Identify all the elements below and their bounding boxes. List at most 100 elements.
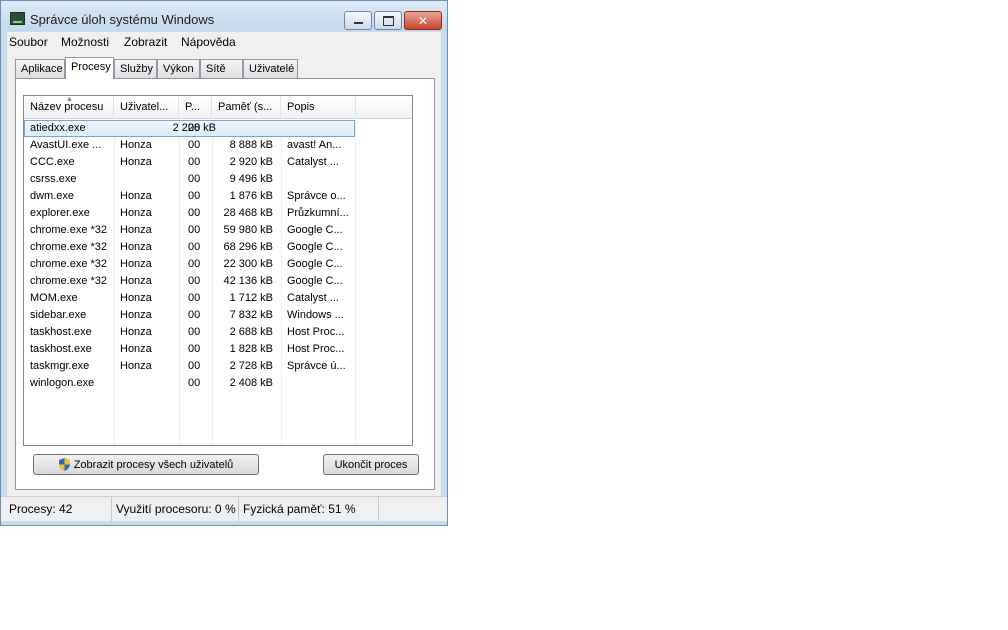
cell-cpu: 00 <box>188 275 201 287</box>
cell-process-name: sidebar.exe <box>30 309 87 321</box>
cell-description: Google C... <box>287 224 343 236</box>
table-row[interactable]: dwm.exe Honza 00 1 876 kB Správce o... <box>24 188 412 205</box>
cell-memory: 2 920 kB <box>229 156 273 168</box>
tab-procesy[interactable]: Procesy <box>65 57 114 79</box>
cell-description: Windows ... <box>287 309 344 321</box>
close-button[interactable]: ✕ <box>404 11 442 30</box>
cell-memory: 1 828 kB <box>229 343 273 355</box>
column-header-description[interactable]: Popis <box>281 96 356 118</box>
cell-memory: 1 712 kB <box>229 292 273 304</box>
cell-cpu: 00 <box>188 326 201 338</box>
cell-memory: 42 136 kB <box>223 275 273 287</box>
cell-process-name: MOM.exe <box>30 292 78 304</box>
cell-process-name: taskhost.exe <box>30 343 92 355</box>
table-row[interactable]: atiedxx.exe 00 2 228 kB <box>24 120 355 137</box>
table-row[interactable]: chrome.exe *32 Honza 00 42 136 kB Google C..… <box>24 273 412 290</box>
cell-process-name: CCC.exe <box>30 156 75 168</box>
process-rows: atiedxx.exe 00 2 228 kB AvastUI.exe ... Honz… <box>24 120 412 392</box>
table-row[interactable]: chrome.exe *32 Honza 00 22 300 kB Google C..… <box>24 256 412 273</box>
table-row[interactable]: chrome.exe *32 Honza 00 68 296 kB Google C..… <box>24 239 412 256</box>
maximize-icon <box>382 15 394 26</box>
column-header-user[interactable]: Uživatel... <box>114 96 179 118</box>
menu-napoveda[interactable]: Nápověda <box>181 35 236 49</box>
show-all-users-processes-button[interactable]: Zobrazit procesy všech uživatelů <box>33 454 259 475</box>
cell-process-name: atiedxx.exe <box>30 122 86 134</box>
cell-process-name: chrome.exe *32 <box>30 224 108 236</box>
cell-cpu: 00 <box>188 241 201 253</box>
table-row[interactable]: sidebar.exe Honza 00 7 832 kB Windows ... <box>24 307 412 324</box>
show-all-users-processes-label: Zobrazit procesy všech uživatelů <box>73 458 234 471</box>
client-area: Aplikace Procesy Služby Výkon Sítě Uživa… <box>7 52 441 496</box>
process-list[interactable]: ▲ Název procesu Uživatel... P... Paměť (… <box>23 95 413 446</box>
cell-user: Honza <box>120 156 152 168</box>
menu-zobrazit[interactable]: Zobrazit <box>124 35 167 49</box>
cell-user: Honza <box>120 292 152 304</box>
cell-description: Google C... <box>287 258 343 270</box>
cell-memory: 28 468 kB <box>223 207 273 219</box>
minimize-button[interactable] <box>344 11 372 30</box>
cell-memory: 2 228 kB <box>172 122 216 134</box>
cell-user: Honza <box>120 343 152 355</box>
maximize-button[interactable] <box>374 11 402 30</box>
task-manager-app-icon <box>10 12 25 25</box>
table-row[interactable]: taskhost.exe Honza 00 2 688 kB Host Proc... <box>24 324 412 341</box>
cell-memory: 8 888 kB <box>229 139 273 151</box>
cell-cpu: 00 <box>188 377 201 389</box>
uac-shield-icon <box>58 458 70 471</box>
table-row[interactable]: chrome.exe *32 Honza 00 59 980 kB Google C..… <box>24 222 412 239</box>
tab-vykon[interactable]: Výkon <box>157 59 200 78</box>
cell-process-name: dwm.exe <box>30 190 75 202</box>
column-header-name[interactable]: ▲ Název procesu <box>24 96 114 118</box>
cell-cpu: 00 <box>188 173 201 185</box>
table-row[interactable]: taskmgr.exe Honza 00 2 728 kB Správce ú... <box>24 358 412 375</box>
cell-process-name: winlogon.exe <box>30 377 95 389</box>
cell-process-name: chrome.exe *32 <box>30 275 108 287</box>
tab-uzivatele[interactable]: Uživatelé <box>243 59 298 78</box>
cell-cpu: 00 <box>188 343 201 355</box>
status-cpu: Využití procesoru: 0 % <box>112 497 239 521</box>
table-row[interactable]: explorer.exe Honza 00 28 468 kB Průzkumní... <box>24 205 412 222</box>
cell-user: Honza <box>120 326 152 338</box>
table-row[interactable]: MOM.exe Honza 00 1 712 kB Catalyst ... <box>24 290 412 307</box>
table-row[interactable]: AvastUI.exe ... Honza 00 8 888 kB avast! An.… <box>24 137 412 154</box>
cell-cpu: 00 <box>188 139 201 151</box>
cell-process-name: chrome.exe *32 <box>30 241 108 253</box>
cell-memory: 2 688 kB <box>229 326 273 338</box>
cell-description: Google C... <box>287 241 343 253</box>
cell-description: avast! An... <box>287 139 342 151</box>
list-header: ▲ Název procesu Uživatel... P... Paměť (… <box>24 96 412 119</box>
cell-user: Honza <box>120 258 152 270</box>
cell-description <box>287 171 351 188</box>
table-row[interactable]: csrss.exe 00 9 496 kB <box>24 171 412 188</box>
column-header-memory[interactable]: Paměť (s... <box>212 96 281 118</box>
cell-cpu: 00 <box>188 190 201 202</box>
cell-user: Honza <box>120 241 152 253</box>
cell-cpu: 00 <box>188 207 201 219</box>
column-header-cpu[interactable]: P... <box>179 96 212 118</box>
cell-memory: 1 876 kB <box>229 190 273 202</box>
cell-memory: 2 728 kB <box>229 360 273 372</box>
minimize-icon <box>353 22 363 24</box>
table-row[interactable]: taskhost.exe Honza 00 1 828 kB Host Proc... <box>24 341 412 358</box>
cell-cpu: 00 <box>188 292 201 304</box>
title-bar[interactable]: Správce úloh systému Windows ✕ <box>1 1 447 31</box>
table-row[interactable]: winlogon.exe 00 2 408 kB <box>24 375 412 392</box>
tab-site[interactable]: Sítě <box>200 59 243 78</box>
sort-ascending-icon: ▲ <box>66 96 73 103</box>
task-manager-window: Správce úloh systému Windows ✕ Soubor Mo… <box>0 0 448 526</box>
cell-user: Honza <box>120 139 152 151</box>
cell-user: Honza <box>120 309 152 321</box>
table-row[interactable]: CCC.exe Honza 00 2 920 kB Catalyst ... <box>24 154 412 171</box>
menu-soubor[interactable]: Soubor <box>9 35 48 49</box>
cell-memory: 9 496 kB <box>229 173 273 185</box>
tab-aplikace[interactable]: Aplikace <box>15 59 65 78</box>
cell-description: Průzkumní... <box>287 207 349 219</box>
menu-moznosti[interactable]: Možnosti <box>61 35 109 49</box>
cell-cpu: 00 <box>188 258 201 270</box>
cell-user: Honza <box>120 360 152 372</box>
end-process-button[interactable]: Ukončit proces <box>323 454 419 475</box>
cell-description: Správce ú... <box>287 360 346 372</box>
tab-sluzby[interactable]: Služby <box>114 59 157 78</box>
cell-memory: 22 300 kB <box>223 258 273 270</box>
cell-description <box>287 375 351 392</box>
